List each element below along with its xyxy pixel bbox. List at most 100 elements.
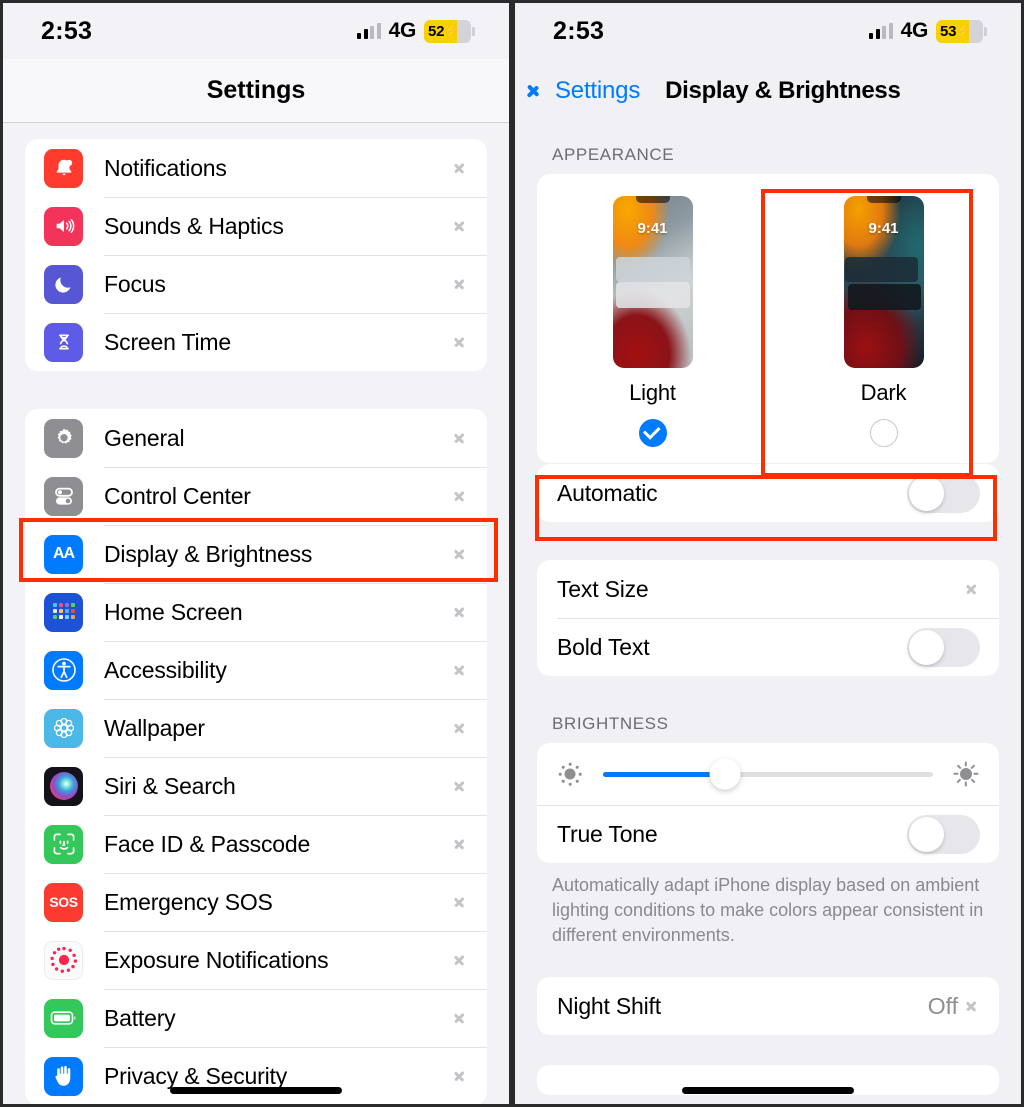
right-status-bar: 2:53 4G 53 ⚡: [515, 3, 1021, 59]
battery-icon: 53 ⚡: [936, 19, 983, 43]
automatic-toggle[interactable]: [907, 473, 980, 513]
chevron-right-icon: [455, 334, 465, 351]
sidebar-item-exposure-notifications[interactable]: Exposure Notifications: [25, 931, 487, 989]
sidebar-item-label: Notifications: [104, 154, 227, 181]
chevron-right-icon: [455, 720, 465, 737]
moon-icon: [44, 264, 83, 304]
brightness-group: True Tone: [537, 743, 999, 863]
sidebar-item-label: Emergency SOS: [104, 888, 273, 915]
chevron-right-icon: [455, 276, 465, 293]
true-tone-toggle[interactable]: [907, 815, 980, 854]
charging-bolt-icon: ⚡: [443, 22, 461, 39]
chevron-right-icon: [455, 1068, 465, 1085]
sidebar-item-label: General: [104, 424, 185, 451]
sidebar-item-label: Accessibility: [104, 656, 227, 683]
bell-icon: [44, 148, 83, 188]
sidebar-item-focus[interactable]: Focus: [25, 255, 487, 313]
dark-wallpaper-preview: 9:41: [843, 196, 924, 368]
automatic-label: Automatic: [557, 479, 658, 506]
brightness-knob[interactable]: [709, 758, 741, 790]
appearance-card: 9:41 Light 9:41 Dark: [537, 174, 999, 463]
appearance-option-dark[interactable]: 9:41 Dark: [768, 174, 999, 463]
preview-time-label: 9:41: [637, 220, 668, 237]
sidebar-item-accessibility[interactable]: Accessibility: [25, 641, 487, 699]
page-title: Display & Brightness: [665, 77, 901, 104]
sidebar-item-screen-time[interactable]: Screen Time: [25, 313, 487, 371]
light-wallpaper-preview: 9:41: [612, 196, 693, 368]
page-title: Settings: [206, 76, 306, 104]
true-tone-row[interactable]: True Tone: [537, 805, 999, 863]
chevron-right-icon: [455, 952, 465, 969]
sidebar-item-face-id-passcode[interactable]: Face ID & Passcode: [25, 815, 487, 873]
low-brightness-icon: [557, 761, 583, 787]
sidebar-item-label: Wallpaper: [104, 714, 205, 741]
left-status-bar: 2:53 4G 52 ⚡: [3, 3, 509, 59]
right-nav-bar: Settings Display & Brightness: [515, 59, 1021, 123]
chevron-right-icon: [967, 581, 977, 598]
night-shift-label: Night Shift: [557, 992, 661, 1019]
home-indicator: [170, 1087, 342, 1094]
sidebar-item-label: Battery: [104, 1004, 176, 1031]
sidebar-item-general[interactable]: General: [25, 409, 487, 467]
sidebar-item-display-brightness[interactable]: AA Display & Brightness: [25, 525, 487, 583]
night-shift-row[interactable]: Night Shift Off: [537, 977, 999, 1035]
sidebar-item-sounds-haptics[interactable]: Sounds & Haptics: [25, 197, 487, 255]
bold-text-label: Bold Text: [557, 633, 650, 660]
sidebar-item-privacy-security[interactable]: Privacy & Security: [25, 1047, 487, 1104]
chevron-right-icon: [455, 218, 465, 235]
sidebar-item-label: Exposure Notifications: [104, 946, 329, 973]
gear-icon: [44, 418, 83, 458]
brightness-track[interactable]: [603, 758, 933, 790]
chevron-right-icon: [455, 160, 465, 177]
appearance-option-light[interactable]: 9:41 Light: [537, 174, 768, 463]
light-radio-checked[interactable]: [638, 419, 667, 447]
chevron-right-icon: [455, 662, 465, 679]
appearance-option-label: Dark: [860, 380, 907, 405]
preview-time-label: 9:41: [868, 220, 899, 237]
true-tone-label: True Tone: [557, 821, 658, 847]
appearance-section-header: APPEARANCE: [552, 145, 675, 164]
sidebar-item-label: Screen Time: [104, 328, 231, 355]
accessibility-icon: [44, 650, 83, 690]
right-phone-display-brightness-screen: 2:53 4G 53 ⚡ Settings Display & Brightne…: [512, 0, 1024, 1107]
sidebar-item-wallpaper[interactable]: Wallpaper: [25, 699, 487, 757]
chevron-right-icon: [455, 430, 465, 447]
automatic-row[interactable]: Automatic: [537, 464, 999, 522]
dark-radio-unchecked[interactable]: [869, 419, 898, 447]
back-button[interactable]: Settings: [537, 77, 640, 105]
flower-icon: [44, 708, 83, 748]
battery-percent-label: 52: [428, 22, 445, 40]
left-phone-settings-screen: 2:53 4G 52 ⚡ Settings Notifications Soun…: [0, 0, 512, 1107]
hourglass-icon: [44, 322, 83, 362]
bold-text-row[interactable]: Bold Text: [537, 618, 999, 676]
chevron-right-icon: [455, 1010, 465, 1027]
chevron-right-icon: [967, 998, 977, 1015]
sidebar-item-control-center[interactable]: Control Center: [25, 467, 487, 525]
sidebar-item-label: Display & Brightness: [104, 540, 313, 567]
sidebar-item-emergency-sos[interactable]: SOS Emergency SOS: [25, 873, 487, 931]
high-brightness-icon: [953, 761, 979, 787]
faceid-icon: [44, 824, 83, 864]
brightness-slider-row[interactable]: [537, 743, 999, 805]
cellular-signal-icon: [357, 23, 381, 39]
sidebar-item-notifications[interactable]: Notifications: [25, 139, 487, 197]
sidebar-item-label: Home Screen: [104, 598, 243, 625]
cellular-signal-icon: [869, 23, 893, 39]
night-shift-value: Off: [927, 992, 958, 1019]
toggles-icon: [44, 476, 83, 516]
sidebar-item-home-screen[interactable]: Home Screen: [25, 583, 487, 641]
chevron-left-icon: [537, 80, 550, 102]
settings-group-2: General Control Center AA Display & Brig…: [25, 409, 487, 1104]
true-tone-footnote: Automatically adapt iPhone display based…: [552, 875, 984, 945]
sidebar-item-battery[interactable]: Battery: [25, 989, 487, 1047]
text-size-row[interactable]: Text Size: [537, 560, 999, 618]
chevron-right-icon: [455, 894, 465, 911]
siri-icon: [44, 766, 83, 806]
aa-icon: AA: [44, 534, 83, 574]
chevron-right-icon: [455, 836, 465, 853]
sidebar-item-siri-search[interactable]: Siri & Search: [25, 757, 487, 815]
battery-percent-label: 53: [940, 22, 957, 40]
bold-text-toggle[interactable]: [907, 627, 980, 667]
exposure-icon: [44, 940, 83, 980]
automatic-group: Automatic: [537, 464, 999, 522]
